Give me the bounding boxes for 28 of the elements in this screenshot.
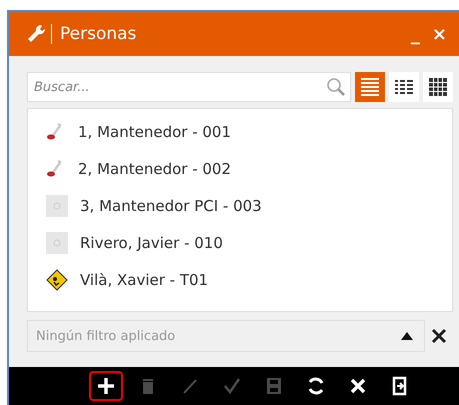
warning-sign-icon	[46, 268, 68, 290]
add-button[interactable]	[89, 371, 123, 401]
cancel-icon	[348, 376, 368, 396]
person-item[interactable]: 3, Mantenedor PCI - 003	[80, 196, 262, 214]
filter-field[interactable]: Ningún filtro aplicado	[27, 320, 425, 352]
grid-view-button[interactable]	[423, 72, 453, 102]
details-view-button[interactable]	[389, 72, 419, 102]
wrench-icon	[27, 24, 45, 44]
minimize-button[interactable]: _	[404, 24, 426, 44]
grid-view-icon	[427, 76, 449, 98]
photo-placeholder-icon	[46, 232, 68, 254]
list-view-button[interactable]	[355, 72, 385, 102]
photo-placeholder-icon	[46, 194, 68, 216]
caret-up-icon	[401, 332, 413, 340]
person-item[interactable]: 2, Mantenedor - 002	[78, 160, 232, 178]
confirm-icon	[222, 376, 242, 396]
refresh-icon	[306, 376, 326, 396]
clear-filter-icon[interactable]	[431, 328, 447, 344]
person-item[interactable]: 1, Mantenedor - 001	[78, 122, 232, 140]
list-view-icon	[359, 76, 381, 98]
search-field[interactable]: Buscar...	[27, 72, 351, 102]
search-icon	[326, 77, 346, 97]
close-button[interactable]: ×	[426, 24, 453, 44]
add-icon	[96, 376, 116, 396]
person-item[interactable]: Vilà, Xavier - T01	[80, 270, 208, 288]
save-icon	[264, 376, 284, 396]
window-title: Personas	[60, 24, 136, 44]
person-item[interactable]: Rivero, Javier - 010	[80, 234, 223, 252]
